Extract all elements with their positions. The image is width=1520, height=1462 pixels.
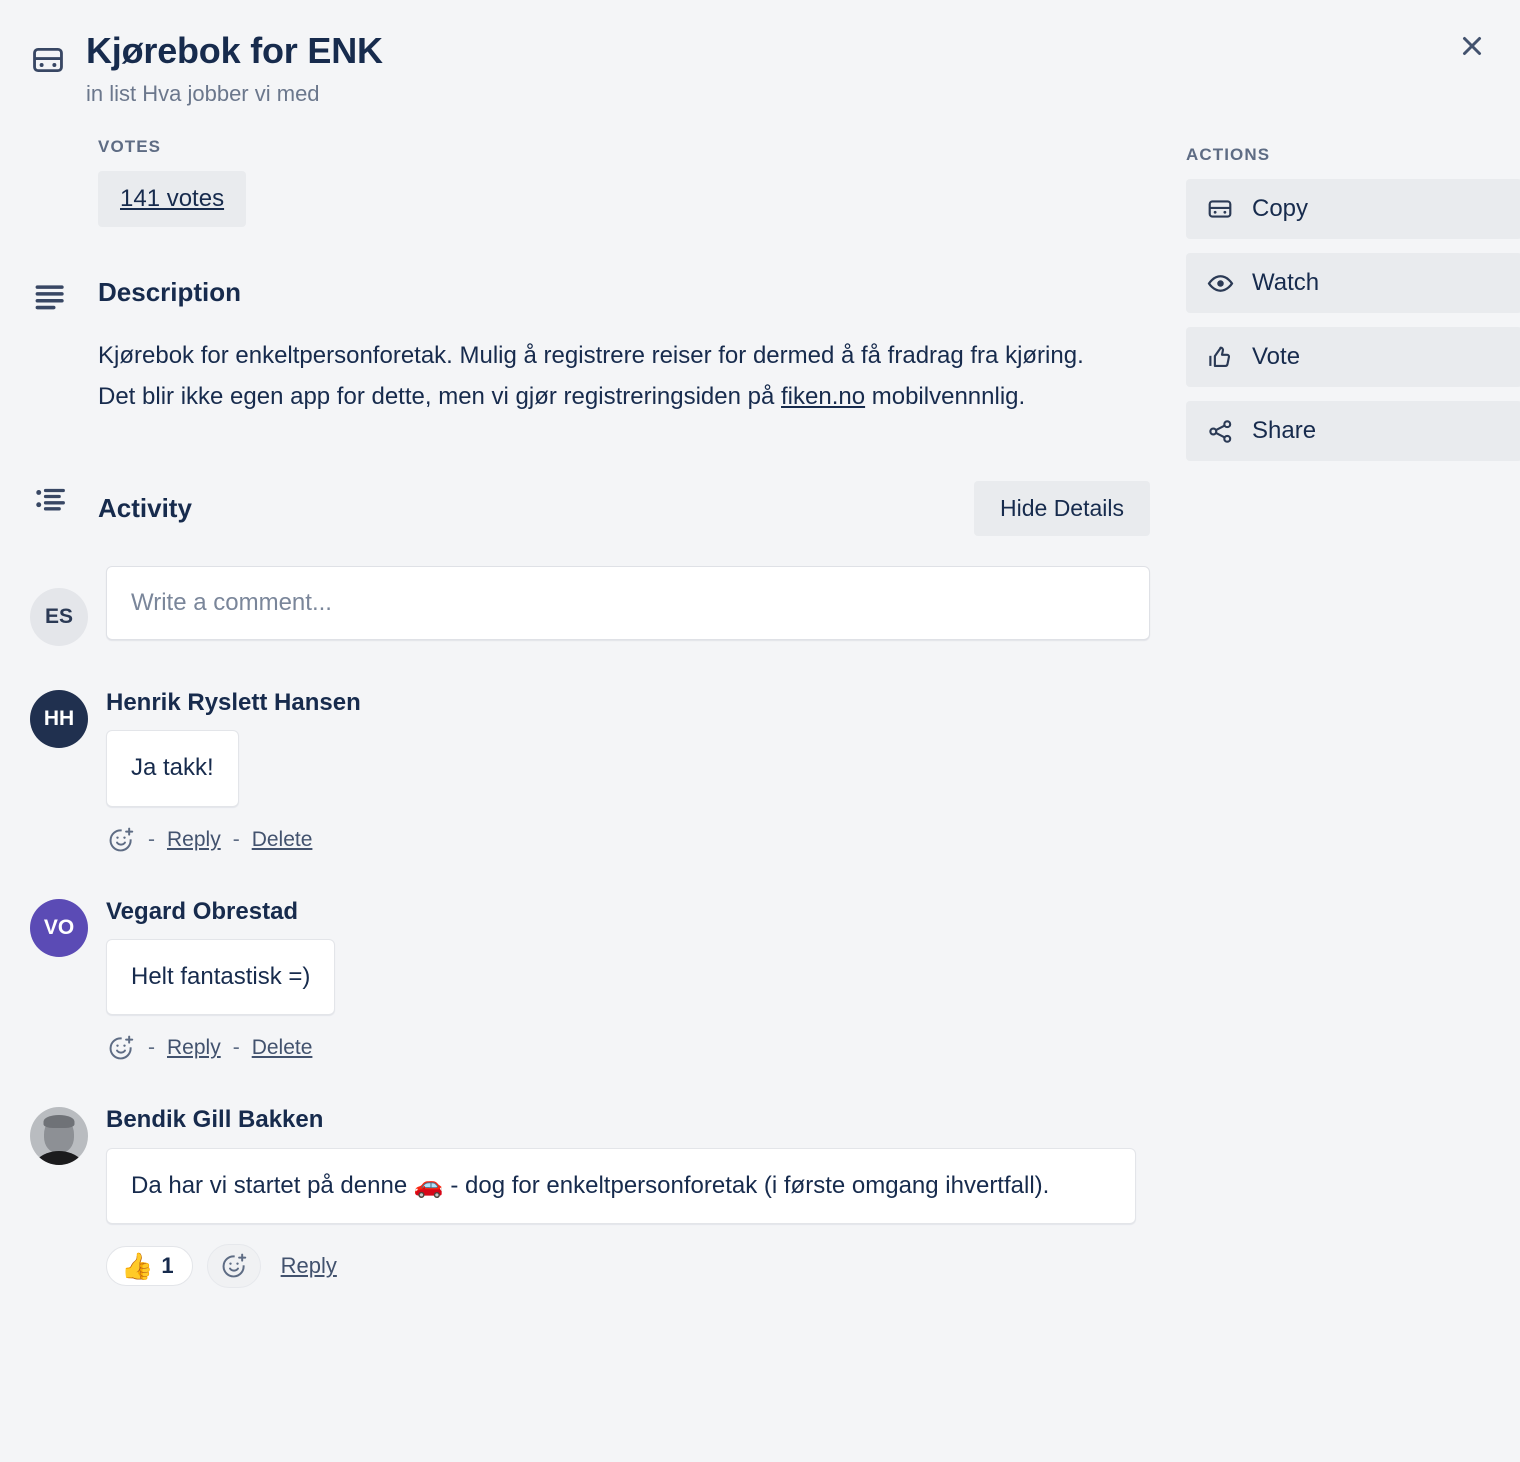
votes-button[interactable]: 141 votes	[98, 171, 247, 228]
card-body: VOTES 141 votes Description Kjørebok for…	[0, 137, 1520, 1289]
emoji-add-icon[interactable]	[106, 1033, 136, 1063]
description-text-part-2: mobilvennnlig.	[865, 382, 1026, 410]
emoji-add-icon[interactable]	[206, 1244, 261, 1289]
card-icon-glyph	[33, 47, 63, 73]
share-label: Share	[1252, 417, 1317, 445]
emoji-add-icon-glyph	[109, 827, 134, 852]
card-list-location: in list Hva jobber vi med	[86, 81, 320, 107]
description-heading: Description	[98, 277, 242, 308]
activity-section: Activity Hide Details ES HH Henrik Rysle…	[30, 480, 1150, 1289]
action-separator: -	[148, 827, 155, 851]
comment-item: VO Vegard Obrestad Helt fantastisk =) - …	[30, 897, 1150, 1064]
delete-link[interactable]: Delete	[252, 1036, 313, 1060]
description-section: Description Kjørebok for enkeltpersonfor…	[30, 277, 1150, 417]
comment-reactions: 👍 1 Reply	[106, 1244, 1150, 1289]
comment-item: HH Henrik Ryslett Hansen Ja takk! - Repl…	[30, 688, 1150, 855]
comment-author: Vegard Obrestad	[106, 897, 299, 925]
close-icon[interactable]	[1450, 24, 1494, 68]
comment-composer: ES	[30, 565, 1150, 646]
activity-heading: Activity	[98, 492, 192, 523]
actions-sidebar: ACTIONS Copy Watch Vote Share	[1150, 137, 1520, 462]
vote-label: Vote	[1252, 343, 1301, 371]
card-detail-modal: Kjørebok for ENK in list Hva jobber vi m…	[0, 0, 1520, 1462]
copy-button[interactable]: Copy	[1186, 179, 1520, 240]
copy-label: Copy	[1252, 195, 1309, 223]
comment-text: Helt fantastisk =)	[106, 939, 336, 1016]
comment-author: Bendik Gill Bakken	[106, 1106, 324, 1134]
eye-icon-glyph	[1207, 274, 1233, 292]
share-nodes-icon-glyph	[1208, 419, 1231, 443]
avatar	[30, 1107, 88, 1166]
action-separator: -	[232, 1036, 240, 1060]
vote-button[interactable]: Vote	[1186, 327, 1520, 388]
reply-link[interactable]: Reply	[281, 1253, 337, 1279]
votes-count-text: 141 votes	[120, 185, 225, 213]
thumbs-up-emoji: 👍	[121, 1251, 154, 1282]
description-lines-icon	[30, 277, 98, 417]
comment-actions: - Reply - Delete	[106, 825, 1150, 855]
thumbs-up-icon	[1206, 343, 1234, 371]
comment-text: Da har vi startet på denne 🚗 - dog for e…	[106, 1147, 1136, 1225]
votes-label: VOTES	[98, 137, 162, 157]
activity-icon-glyph	[36, 488, 65, 511]
comment-item: Bendik Gill Bakken Da har vi startet på …	[30, 1106, 1150, 1289]
actions-label: ACTIONS	[1186, 145, 1271, 165]
reply-link[interactable]: Reply	[167, 828, 221, 852]
emoji-add-icon[interactable]	[106, 825, 136, 855]
delete-link[interactable]: Delete	[252, 828, 313, 852]
comment-text: Ja takk!	[106, 730, 239, 807]
avatar: ES	[30, 587, 88, 646]
description-icon-glyph	[35, 285, 64, 310]
card-icon	[30, 42, 66, 78]
avatar: VO	[30, 898, 88, 957]
card-icon	[1206, 195, 1234, 223]
emoji-add-icon-glyph	[222, 1253, 246, 1278]
avatar-photo-shoulders	[30, 1151, 88, 1166]
comment-input[interactable]	[106, 565, 1150, 640]
card-header: Kjørebok for ENK in list Hva jobber vi m…	[0, 0, 1520, 109]
action-separator: -	[148, 1036, 155, 1060]
votes-section: VOTES 141 votes	[30, 137, 1150, 228]
fiken-link[interactable]: fiken.no	[781, 383, 865, 410]
thumbs-up-icon-glyph	[1208, 346, 1230, 367]
avatar: HH	[30, 689, 88, 748]
description-text: Kjørebok for enkeltpersonforetak. Mulig …	[98, 336, 1098, 417]
reply-link[interactable]: Reply	[167, 1036, 221, 1060]
watch-button[interactable]: Watch	[1186, 253, 1520, 314]
page-title: Kjørebok for ENK	[86, 30, 383, 71]
action-separator: -	[232, 827, 240, 851]
emoji-add-icon-glyph	[109, 1036, 134, 1060]
comment-actions: - Reply - Delete	[106, 1033, 1150, 1063]
hide-details-button[interactable]: Hide Details	[974, 480, 1150, 536]
eye-icon	[1206, 269, 1234, 297]
card-icon-glyph	[1208, 200, 1232, 218]
reaction-thumbs-up[interactable]: 👍 1	[106, 1246, 193, 1287]
reaction-count: 1	[161, 1253, 174, 1279]
watch-label: Watch	[1252, 269, 1320, 297]
main-column: VOTES 141 votes Description Kjørebok for…	[30, 137, 1150, 1289]
share-button[interactable]: Share	[1186, 401, 1520, 462]
avatar-photo-hair	[43, 1115, 75, 1129]
comment-author: Henrik Ryslett Hansen	[106, 688, 361, 716]
share-nodes-icon	[1206, 417, 1234, 445]
close-icon-glyph	[1463, 37, 1481, 55]
activity-header: Activity Hide Details	[98, 480, 1150, 536]
